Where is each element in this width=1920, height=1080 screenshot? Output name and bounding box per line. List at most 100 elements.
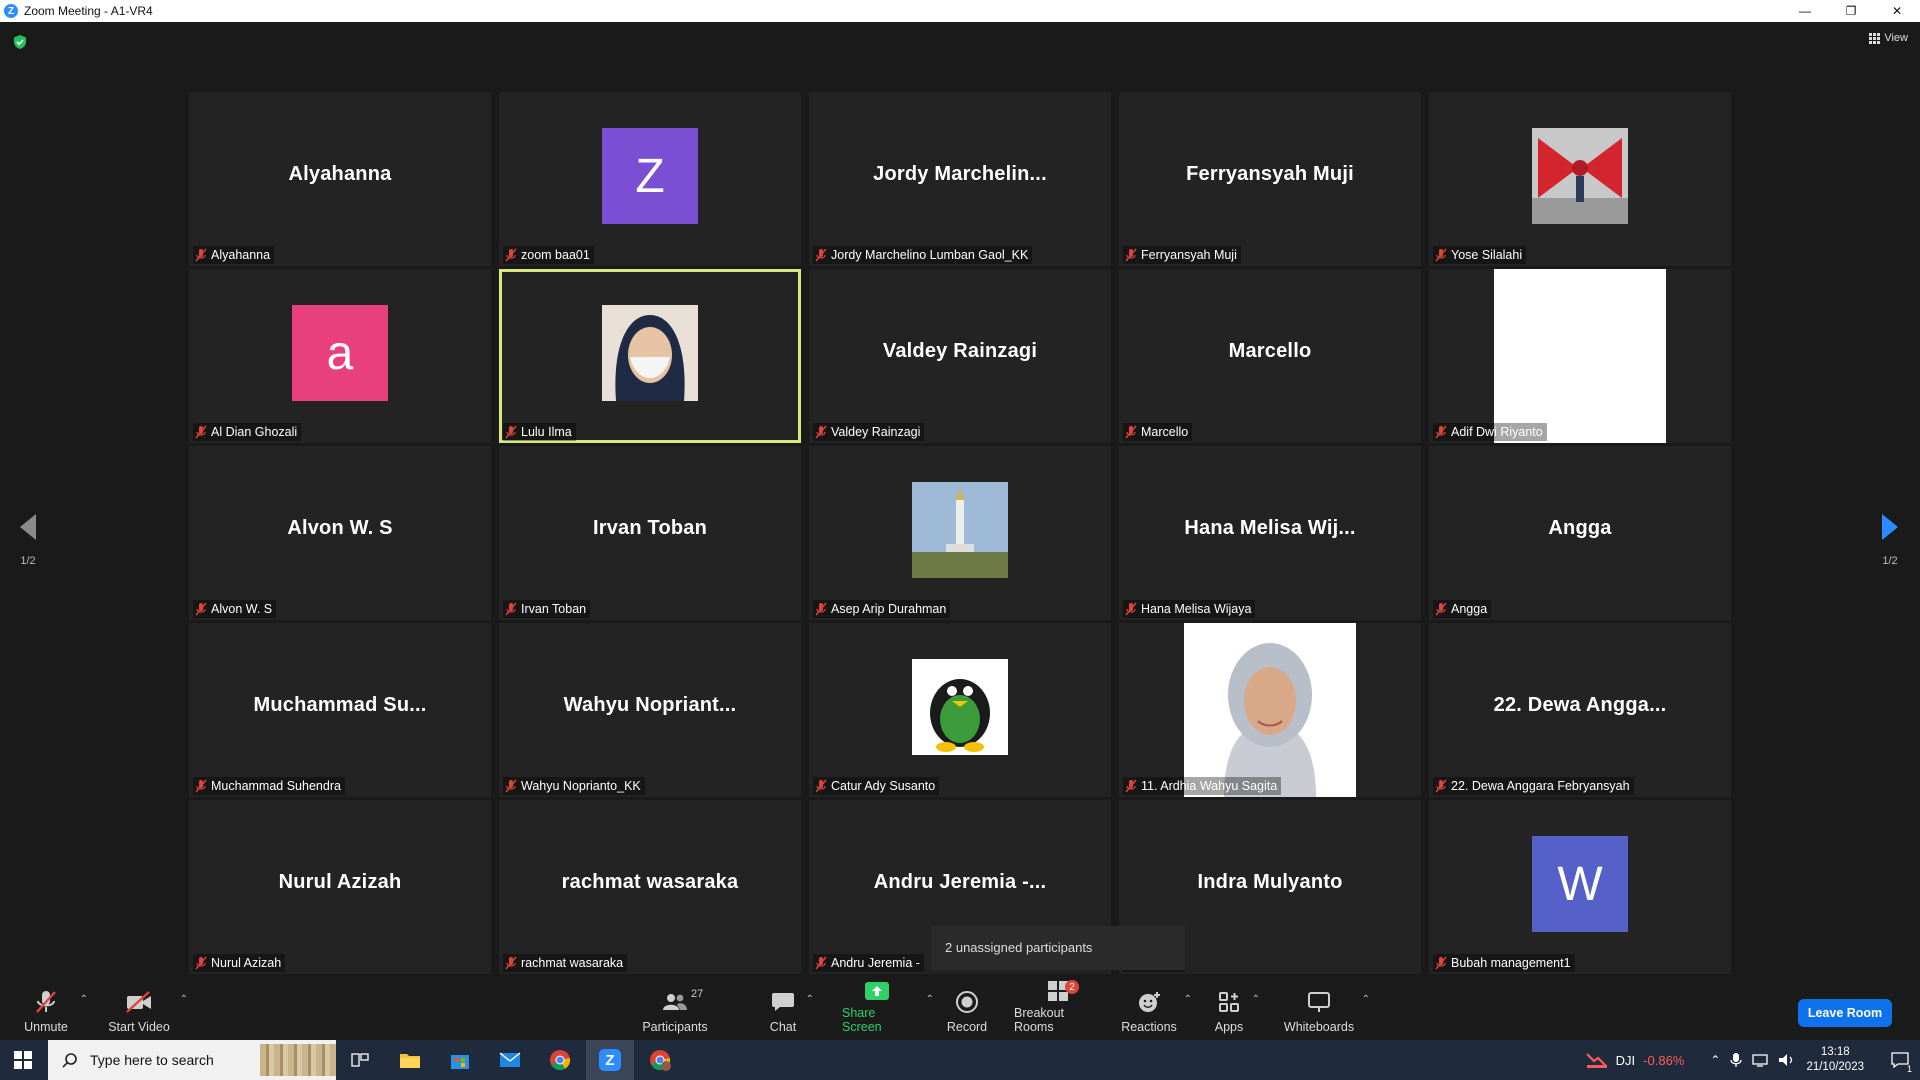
volume-icon[interactable] xyxy=(1778,1053,1796,1067)
participant-display-name: Hana Melisa Wij... xyxy=(1184,516,1356,539)
participant-tile[interactable]: Alyahanna Alyahanna xyxy=(189,92,491,266)
participant-tile[interactable]: Yose Silalahi xyxy=(1429,92,1731,266)
stock-name[interactable]: DJI xyxy=(1616,1053,1636,1068)
unassigned-participants-tooltip: 2 unassigned participants xyxy=(931,926,1185,970)
participant-display-name: Valdey Rainzagi xyxy=(882,339,1038,362)
reactions-label: Reactions xyxy=(1121,1020,1177,1034)
participant-display-name: Marcello xyxy=(1228,339,1312,362)
participant-name: Muchammad Suhendra xyxy=(211,779,341,793)
unmute-button[interactable]: Unmute ⌃ xyxy=(20,980,88,1040)
avatar-initial: Z xyxy=(635,149,665,203)
participant-tile[interactable]: Wahyu Nopriant... Wahyu Noprianto_KK xyxy=(499,623,801,797)
participant-tile[interactable]: a Al Dian Ghozali xyxy=(189,269,491,443)
participant-name: 11. Ardhia Wahyu Sagita xyxy=(1141,779,1278,793)
share-screen-button[interactable]: Share Screen ⌃ xyxy=(842,980,934,1040)
chat-options-caret-icon[interactable]: ⌃ xyxy=(806,994,814,1005)
participant-display-name: Indra Mulyanto xyxy=(1197,870,1343,893)
monument-photo xyxy=(912,482,1008,578)
chat-button[interactable]: Chat ⌃ xyxy=(768,980,814,1040)
apps-caret-icon[interactable]: ⌃ xyxy=(1252,994,1260,1005)
notification-center-button[interactable]: 1 xyxy=(1880,1040,1920,1080)
participant-tile[interactable]: Adif Dwi Riyanto xyxy=(1429,269,1731,443)
participant-tile[interactable]: Angga Angga xyxy=(1429,446,1731,620)
muted-mic-icon xyxy=(1435,248,1447,262)
participant-name-label: Irvan Toban xyxy=(503,600,591,618)
participant-tile[interactable]: 11. Ardhia Wahyu Sagita xyxy=(1119,623,1421,797)
previous-page-button[interactable]: 1/2 xyxy=(18,512,38,567)
participant-name-label: Adif Dwi Riyanto xyxy=(1433,423,1547,441)
participant-name: Angga xyxy=(1451,602,1488,616)
participant-tile[interactable]: Lulu Ilma xyxy=(499,269,801,443)
start-video-button[interactable]: Start Video ⌃ xyxy=(106,980,188,1040)
restore-button[interactable]: ❐ xyxy=(1828,0,1874,22)
participant-tile[interactable]: Jordy Marchelin... Jordy Marchelino Lumba… xyxy=(809,92,1111,266)
apps-button[interactable]: Apps ⌃ xyxy=(1214,980,1260,1040)
view-button[interactable]: View xyxy=(1869,32,1908,44)
minimize-button[interactable]: — xyxy=(1782,0,1828,22)
participant-tile[interactable]: Muchammad Su... Muchammad Suhendra xyxy=(189,623,491,797)
chevron-up-icon[interactable]: ⌃ xyxy=(1710,1053,1720,1067)
chrome-profile-icon xyxy=(650,1050,671,1071)
muted-mic-icon xyxy=(815,602,827,616)
participant-tile[interactable]: Ferryansyah Muji Ferryansyah Muji xyxy=(1119,92,1421,266)
participant-tile[interactable]: Asep Arip Durahman xyxy=(809,446,1111,620)
reactions-button[interactable]: Reactions ⌃ xyxy=(1121,980,1192,1040)
microphone-tray-icon[interactable] xyxy=(1730,1052,1743,1068)
title-bar: Z Zoom Meeting - A1-VR4 — ❐ ✕ xyxy=(0,0,1920,22)
chrome-profile-button[interactable] xyxy=(636,1040,684,1080)
participant-name: Alvon W. S xyxy=(211,602,273,616)
muted-mic-icon xyxy=(815,956,827,970)
participants-button[interactable]: 27 Participants xyxy=(640,980,710,1040)
window-controls: — ❐ ✕ xyxy=(1782,0,1920,22)
participant-name: Adif Dwi Riyanto xyxy=(1451,425,1543,439)
close-button[interactable]: ✕ xyxy=(1874,0,1920,22)
taskbar-search[interactable]: Type here to search xyxy=(48,1040,336,1080)
stock-change[interactable]: -0.86% xyxy=(1643,1053,1684,1068)
start-button[interactable] xyxy=(0,1040,46,1080)
participant-tile[interactable]: Irvan Toban Irvan Toban xyxy=(499,446,801,620)
microsoft-store-button[interactable] xyxy=(436,1040,484,1080)
participant-tile[interactable]: Nurul Azizah Nurul Azizah xyxy=(189,800,491,974)
participant-avatar: W xyxy=(1532,836,1628,932)
encryption-shield-icon[interactable] xyxy=(12,34,28,50)
whiteboards-button[interactable]: Whiteboards ⌃ xyxy=(1284,980,1370,1040)
participant-display-name: Alyahanna xyxy=(288,162,392,185)
participant-tile[interactable]: Catur Ady Susanto xyxy=(809,623,1111,797)
muted-mic-icon xyxy=(1435,425,1447,439)
leave-room-button[interactable]: Leave Room xyxy=(1798,999,1892,1027)
network-icon[interactable] xyxy=(1752,1053,1770,1067)
participant-tile[interactable]: Zzoom baa01 xyxy=(499,92,801,266)
share-options-caret-icon[interactable]: ⌃ xyxy=(926,994,934,1005)
video-options-caret-icon[interactable]: ⌃ xyxy=(180,994,188,1005)
share-screen-label: Share Screen xyxy=(842,1006,882,1034)
participant-tile[interactable]: Alvon W. S Alvon W. S xyxy=(189,446,491,620)
participant-tile[interactable]: 22. Dewa Angga... 22. Dewa Anggara Febrya… xyxy=(1429,623,1731,797)
participant-name-label: Yose Silalahi xyxy=(1433,246,1527,264)
participant-tile[interactable]: Marcello Marcello xyxy=(1119,269,1421,443)
unmute-label: Unmute xyxy=(24,1020,68,1034)
breakout-rooms-button[interactable]: 2 Breakout Rooms xyxy=(1014,980,1104,1040)
page-indicator-left: 1/2 xyxy=(20,555,36,567)
participant-tile[interactable]: Hana Melisa Wij... Hana Melisa Wijaya xyxy=(1119,446,1421,620)
chrome-button[interactable] xyxy=(536,1040,584,1080)
task-view-button[interactable] xyxy=(336,1040,384,1080)
muted-mic-icon xyxy=(195,425,207,439)
next-page-button[interactable]: 1/2 xyxy=(1880,512,1900,567)
participant-photo xyxy=(1532,128,1628,224)
mail-button[interactable] xyxy=(486,1040,534,1080)
participant-tile[interactable]: W Bubah management1 xyxy=(1429,800,1731,974)
svg-text:Z: Z xyxy=(605,1052,614,1069)
whiteboards-caret-icon[interactable]: ⌃ xyxy=(1362,994,1370,1005)
record-button[interactable]: Record xyxy=(946,980,988,1040)
participant-name-label: Andru Jeremia - xyxy=(813,954,924,972)
participant-tile[interactable]: Valdey Rainzagi Valdey Rainzagi xyxy=(809,269,1111,443)
file-explorer-button[interactable] xyxy=(386,1040,434,1080)
zoom-taskbar-button[interactable]: Z xyxy=(586,1040,634,1080)
participant-display-name: Irvan Toban xyxy=(592,516,708,539)
reactions-caret-icon[interactable]: ⌃ xyxy=(1184,994,1192,1005)
clock[interactable]: 13:18 21/10/2023 xyxy=(1806,1045,1864,1075)
participant-name-label: Catur Ady Susanto xyxy=(813,777,940,795)
participant-tile[interactable]: rachmat wasaraka rachmat wasaraka xyxy=(499,800,801,974)
participant-name: rachmat wasaraka xyxy=(521,956,624,970)
audio-options-caret-icon[interactable]: ⌃ xyxy=(80,994,88,1005)
